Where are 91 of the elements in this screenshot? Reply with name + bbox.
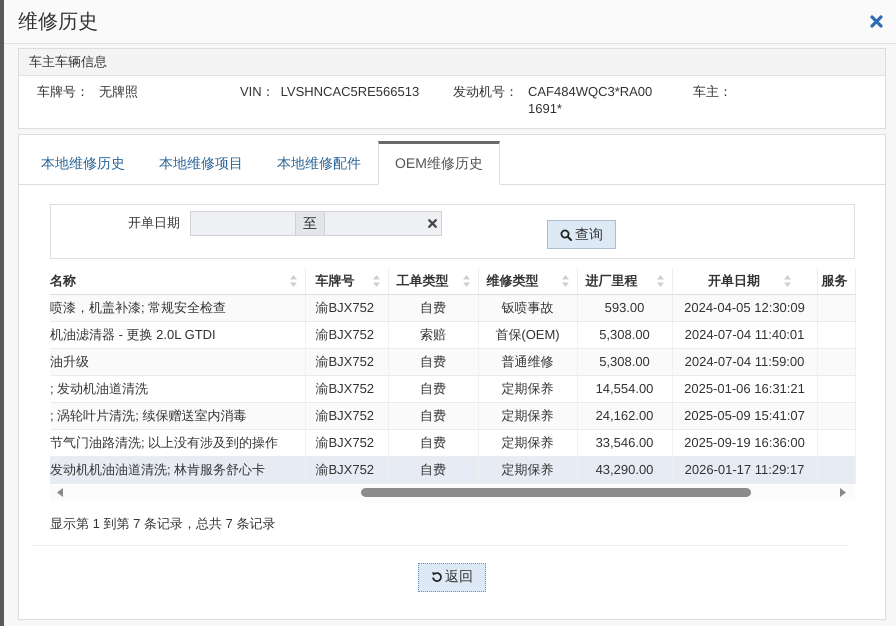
column-header[interactable]: 维修类型 [478, 268, 577, 294]
table-cell: 2025-05-09 15:41:07 [672, 402, 817, 429]
table-cell: 自费 [388, 429, 478, 456]
left-arrow-icon[interactable] [57, 488, 63, 497]
table-row[interactable]: 节气门油路清洗; 以上没有涉及到的操作 渝BJX752 自费 定期保养 33,546.00 2025-09-19 16:36:00 [50, 429, 855, 456]
clear-icon[interactable] [428, 219, 437, 228]
table-cell: 5,308.00 [577, 348, 672, 375]
table-cell: 定期保养 [478, 402, 577, 429]
table-cell: 593.00 [577, 294, 672, 321]
table-cell: 33,546.00 [577, 429, 672, 456]
table-cell: 渝BJX752 [305, 348, 388, 375]
table-cell: 定期保养 [478, 456, 577, 483]
table-cell: 2024-04-05 12:30:09 [672, 294, 817, 321]
back-button[interactable]: 返回 [418, 562, 486, 592]
sort-icon [562, 274, 568, 287]
table-row[interactable]: 喷漆，机盖补漆; 常规安全检查 渝BJX752 自费 钣喷事故 593.00 2024-04-05 12:30:09 [50, 294, 855, 321]
table-cell: 自费 [388, 456, 478, 483]
column-header[interactable]: 服务 [817, 268, 855, 294]
field-value: 无牌照 [99, 83, 138, 100]
table-cell: ; 涡轮叶片清洗; 续保赠送室内消毒 [50, 402, 305, 429]
table-cell: 自费 [388, 375, 478, 402]
table-cell: 定期保养 [478, 375, 577, 402]
table-cell: 自费 [388, 402, 478, 429]
table-cell: 钣喷事故 [478, 294, 577, 321]
column-header[interactable]: 进厂里程 [577, 268, 672, 294]
horizontal-scrollbar[interactable] [50, 484, 855, 500]
field-label: VIN： [240, 83, 275, 100]
table-cell: 发动机机油油道清洗; 林肯服务舒心卡 [50, 456, 305, 483]
record-summary: 显示第 1 到第 7 条记录，总共 7 条记录 [50, 514, 276, 532]
table-cell: 14,554.00 [577, 375, 672, 402]
range-separator: 至 [296, 211, 324, 236]
column-header[interactable]: 名称 [50, 268, 305, 294]
field-label: 车牌号： [37, 83, 89, 100]
sort-icon [462, 274, 470, 287]
table-cell: 2024-07-04 11:40:01 [672, 321, 817, 348]
column-header[interactable]: 开单日期 [672, 268, 817, 294]
dialog-title: 维修历史 [18, 10, 98, 34]
sort-icon [372, 274, 380, 287]
table-cell: 定期保养 [478, 429, 577, 456]
table-cell: 2025-01-06 16:31:21 [672, 375, 817, 402]
table-cell: 索赔 [388, 321, 478, 348]
table-cell: 2025-09-19 16:36:00 [672, 429, 817, 456]
table-cell: 普通维修 [478, 348, 577, 375]
table-cell: 2024-07-04 11:59:00 [672, 348, 817, 375]
field-label: 发动机号： [453, 83, 518, 100]
table-cell: 5,308.00 [577, 321, 672, 348]
panel-header: 车主车辆信息 [19, 49, 885, 76]
table-cell: 首保(OEM) [478, 321, 577, 348]
table-cell: 24,162.00 [577, 402, 672, 429]
right-arrow-icon[interactable] [840, 488, 846, 497]
table-row[interactable]: 油升级 渝BJX752 自费 普通维修 5,308.00 2024-07-04 11:59:00 [50, 348, 855, 375]
tab[interactable]: 本地维修配件 [260, 141, 378, 185]
column-header[interactable]: 工单类型 [388, 268, 478, 294]
table-cell: 自费 [388, 294, 478, 321]
table-cell: 渝BJX752 [305, 429, 388, 456]
start-date-field[interactable] [190, 211, 296, 236]
table-cell: 2026-01-17 11:29:17 [672, 456, 817, 483]
field-label: 车主： [693, 83, 732, 100]
table-cell: 渝BJX752 [305, 375, 388, 402]
table-row[interactable]: ; 发动机油道清洗 渝BJX752 自费 定期保养 14,554.00 2025-01-06 16:31:21 [50, 375, 855, 402]
search-icon [560, 228, 572, 240]
table-cell: 喷漆，机盖补漆; 常规安全检查 [50, 294, 305, 321]
tab[interactable]: 本地维修历史 [24, 141, 142, 185]
table-cell: 渝BJX752 [305, 294, 388, 321]
table-cell: 渝BJX752 [305, 402, 388, 429]
table-cell: 43,290.00 [577, 456, 672, 483]
table-cell: 油升级 [50, 348, 305, 375]
field-value: CAF484WQC3*RA001691* [528, 83, 654, 117]
field-value: LVSHNCAC5RE566513 [280, 83, 420, 100]
sort-icon [784, 274, 791, 287]
close-icon [870, 15, 883, 28]
tab[interactable]: OEM维修历史 [378, 141, 500, 185]
close-button[interactable] [870, 15, 883, 28]
table-cell: 机油滤清器 - 更换 2.0L GTDI [50, 321, 305, 348]
sort-icon [290, 274, 296, 287]
table-cell: 渝BJX752 [305, 456, 388, 483]
scrollbar-thumb[interactable] [361, 488, 751, 497]
query-button[interactable]: 查询 [547, 220, 616, 249]
search-label: 开单日期 [128, 214, 180, 231]
table-row[interactable]: 发动机机油油道清洗; 林肯服务舒心卡 渝BJX752 自费 定期保养 43,290.00 2026-01-17 11:29:17 [50, 456, 855, 483]
column-header[interactable]: 车牌号 [305, 268, 388, 294]
table-cell: 渝BJX752 [305, 321, 388, 348]
table-row[interactable]: ; 涡轮叶片清洗; 续保赠送室内消毒 渝BJX752 自费 定期保养 24,162.00 2025-05-09 15:41:07 [50, 402, 855, 429]
undo-icon [431, 571, 443, 583]
table-row[interactable]: 机油滤清器 - 更换 2.0L GTDI 渝BJX752 索赔 首保(OEM) 5,308.00 2024-07-04 11:40:01 [50, 321, 855, 348]
sort-icon [656, 274, 664, 287]
table-cell: 自费 [388, 348, 478, 375]
table-cell: 节气门油路清洗; 以上没有涉及到的操作 [50, 429, 305, 456]
table-cell: ; 发动机油道清洗 [50, 375, 305, 402]
tab[interactable]: 本地维修项目 [142, 141, 260, 185]
end-date-field[interactable] [324, 211, 442, 236]
